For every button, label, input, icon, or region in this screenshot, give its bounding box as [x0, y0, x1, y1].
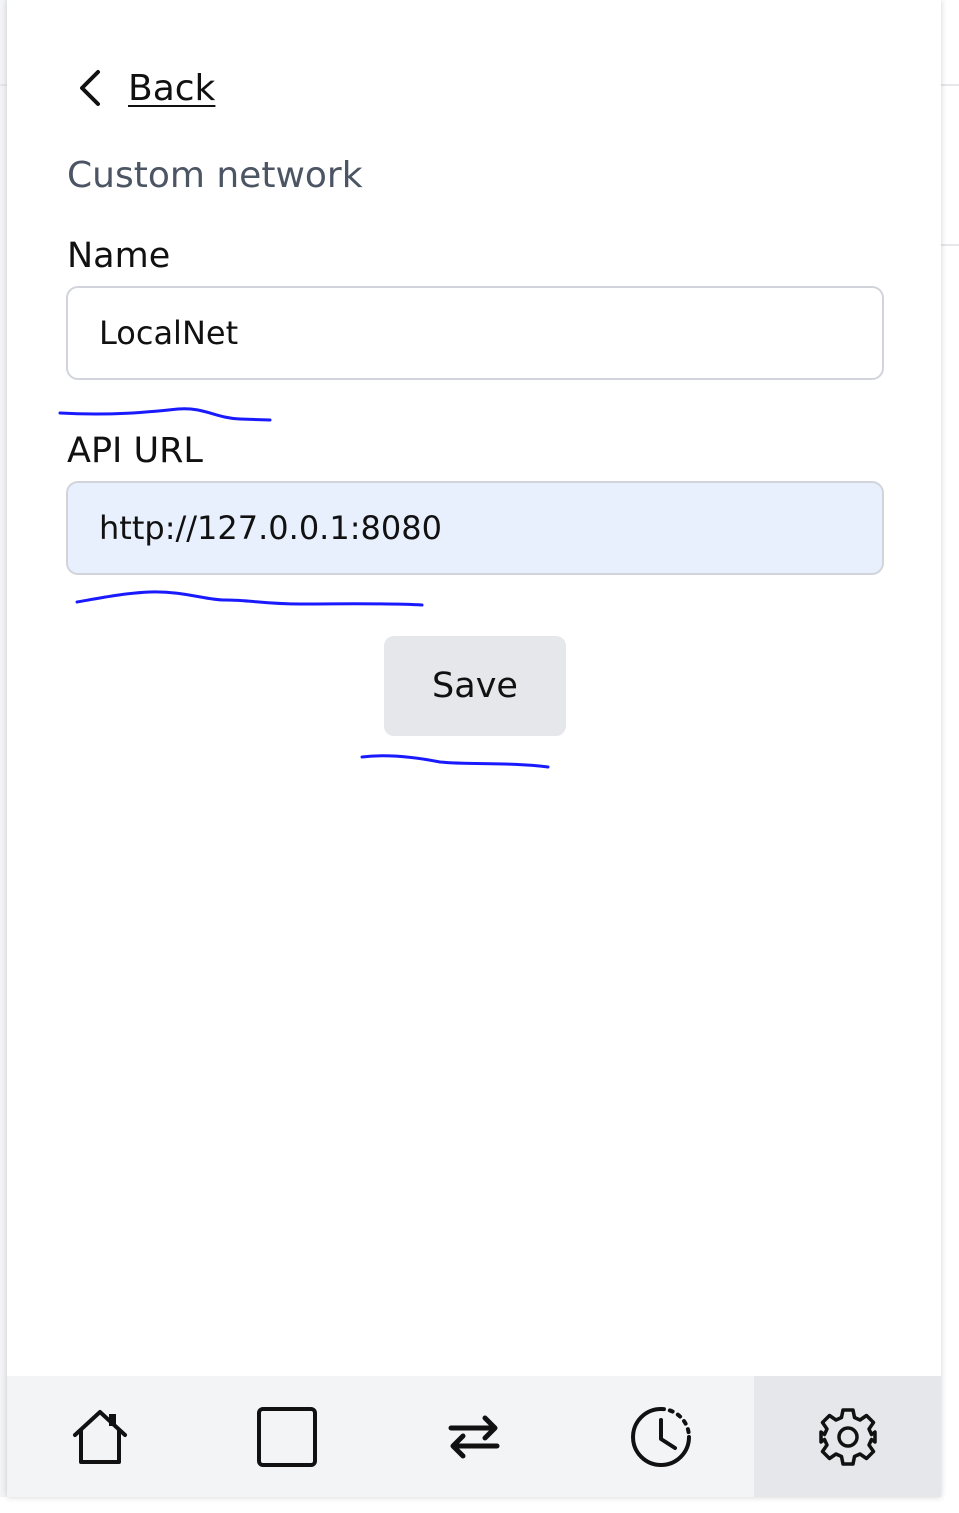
- background-divider: [941, 84, 959, 86]
- nav-home[interactable]: [7, 1376, 194, 1497]
- history-clock-icon: [630, 1406, 691, 1467]
- background-page-edge: [0, 0, 7, 1513]
- name-input[interactable]: [66, 286, 884, 380]
- home-icon: [73, 1409, 128, 1464]
- gear-icon: [818, 1407, 877, 1466]
- save-button[interactable]: Save: [384, 636, 566, 736]
- api-url-label: API URL: [67, 431, 203, 471]
- nav-history[interactable]: [567, 1376, 754, 1497]
- transfer-icon: [448, 1415, 500, 1458]
- back-label: Back: [128, 67, 216, 109]
- back-link[interactable]: Back: [76, 62, 215, 114]
- name-label: Name: [67, 236, 171, 276]
- nav-square[interactable]: [194, 1376, 381, 1497]
- square-icon: [257, 1406, 318, 1467]
- background-page-edge-bottom: [0, 1497, 959, 1513]
- nav-transfer[interactable]: [381, 1376, 568, 1497]
- page-title: Custom network: [67, 155, 363, 196]
- chevron-left-icon: [80, 70, 100, 106]
- api-url-input[interactable]: [66, 481, 884, 575]
- nav-settings[interactable]: [754, 1376, 941, 1497]
- background-page-edge-right: [941, 0, 959, 1513]
- background-divider: [941, 244, 959, 246]
- settings-panel: [7, 0, 941, 1497]
- bottom-navbar: [7, 1376, 941, 1497]
- background-divider: [0, 84, 7, 86]
